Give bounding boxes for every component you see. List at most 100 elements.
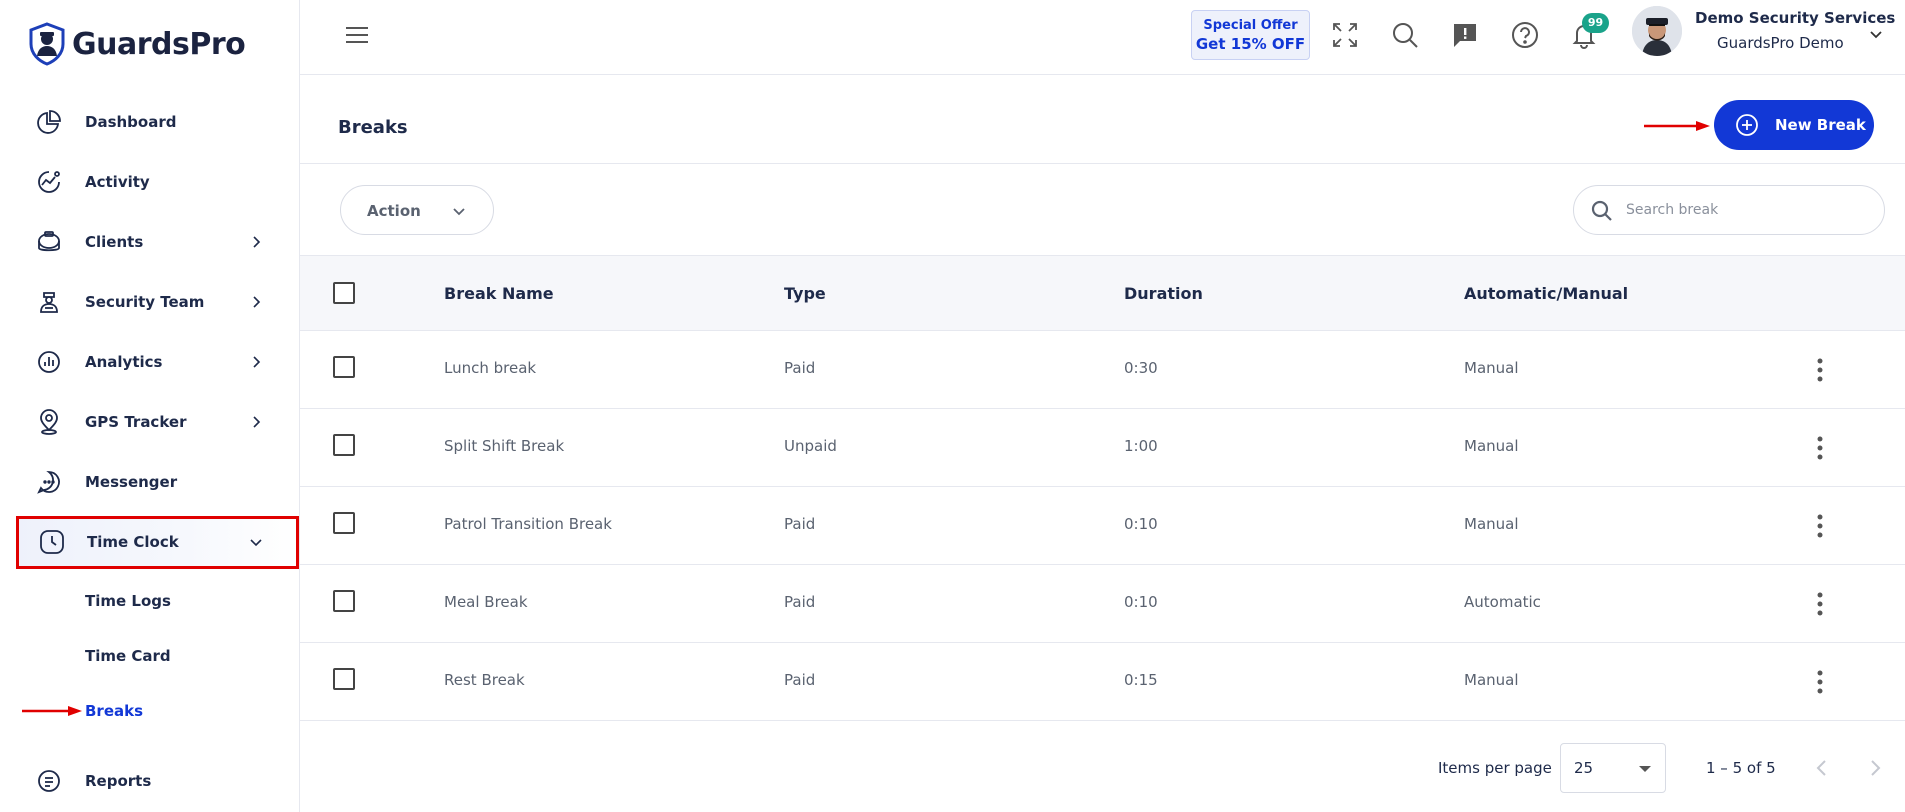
mode-cell: Manual: [1464, 359, 1519, 377]
next-page-icon[interactable]: [1861, 754, 1889, 782]
sidebar-item-security-team[interactable]: Security Team: [16, 276, 299, 328]
sidebar-item-label: Dashboard: [85, 113, 177, 131]
guardspro-logo-icon: [29, 22, 65, 66]
sidebar-item-activity[interactable]: Activity: [16, 156, 299, 208]
table-row[interactable]: Meal Break Paid 0:10 Automatic: [300, 565, 1905, 643]
more-options-icon[interactable]: [1808, 511, 1832, 541]
sidebar-item-label: Activity: [85, 173, 150, 191]
break-name-cell: Patrol Transition Break: [444, 515, 612, 533]
column-header-duration[interactable]: Duration: [1124, 284, 1203, 303]
row-checkbox[interactable]: [333, 434, 355, 456]
chevron-down-icon: [453, 208, 465, 216]
row-checkbox[interactable]: [333, 668, 355, 690]
sidebar-item-label: Security Team: [85, 293, 205, 311]
sidebar-item-dashboard[interactable]: Dashboard: [16, 96, 299, 148]
sidebar-item-label: GPS Tracker: [85, 413, 187, 431]
sidebar-item-messenger[interactable]: Messenger: [16, 456, 299, 508]
plus-circle-icon: [1736, 114, 1758, 136]
row-checkbox[interactable]: [333, 512, 355, 534]
offer-discount: Get 15% OFF: [1195, 35, 1306, 53]
briefcase-icon: [38, 231, 60, 252]
page-header: Breaks New Break: [300, 75, 1905, 164]
sidebar-item-analytics[interactable]: Analytics: [16, 336, 299, 388]
hamburger-menu-icon[interactable]: [344, 24, 370, 46]
sidebar-item-label: Reports: [85, 772, 152, 790]
sidebar: GuardsPro Dashboard Activity Clients Sec…: [0, 0, 300, 812]
more-options-icon[interactable]: [1808, 355, 1832, 385]
sidebar-item-label: Clients: [85, 233, 144, 251]
sidebar-subitem-time-logs[interactable]: Time Logs: [85, 592, 171, 610]
user-avatar-icon: [1632, 6, 1682, 56]
row-checkbox[interactable]: [333, 590, 355, 612]
sidebar-item-gps-tracker[interactable]: GPS Tracker: [16, 396, 299, 448]
annotation-arrow-icon: [1644, 121, 1710, 131]
duration-cell: 0:10: [1124, 515, 1158, 533]
table-row[interactable]: Patrol Transition Break Paid 0:10 Manual: [300, 487, 1905, 565]
notification-count-badge: 99: [1582, 13, 1609, 33]
special-offer-button[interactable]: Special Offer Get 15% OFF: [1191, 10, 1310, 60]
items-per-page-label: Items per page: [1438, 759, 1552, 777]
table-header-row: Break Name Type Duration Automatic/Manua…: [300, 256, 1905, 331]
annotation-arrow-icon: [22, 706, 82, 716]
mode-cell: Manual: [1464, 671, 1519, 689]
activity-icon: [38, 171, 60, 193]
mode-cell: Manual: [1464, 515, 1519, 533]
fullscreen-icon[interactable]: [1331, 21, 1359, 49]
pagination: Items per page 25 1 – 5 of 5: [300, 724, 1905, 812]
break-name-cell: Split Shift Break: [444, 437, 565, 455]
action-label: Action: [367, 202, 421, 220]
sidebar-subitem-time-card[interactable]: Time Card: [85, 647, 171, 665]
type-cell: Paid: [784, 593, 816, 611]
type-cell: Paid: [784, 515, 816, 533]
action-dropdown[interactable]: Action: [340, 185, 494, 235]
sidebar-item-label: Analytics: [85, 353, 163, 371]
break-name-cell: Lunch break: [444, 359, 537, 377]
duration-cell: 1:00: [1124, 437, 1158, 455]
table-row[interactable]: Rest Break Paid 0:15 Manual: [300, 643, 1905, 721]
duration-cell: 0:15: [1124, 671, 1158, 689]
more-options-icon[interactable]: [1808, 667, 1832, 697]
caret-down-icon: [1639, 766, 1651, 772]
avatar[interactable]: [1632, 6, 1682, 56]
row-checkbox[interactable]: [333, 356, 355, 378]
new-break-label: New Break: [1775, 116, 1866, 134]
select-all-checkbox[interactable]: [333, 282, 355, 304]
column-header-automatic-manual[interactable]: Automatic/Manual: [1464, 284, 1628, 303]
search-icon[interactable]: [1391, 21, 1419, 49]
sidebar-item-label: Messenger: [85, 473, 178, 491]
sidebar-subitem-breaks[interactable]: Breaks: [85, 702, 143, 720]
more-options-icon[interactable]: [1808, 433, 1832, 463]
chevron-right-icon: [253, 296, 261, 308]
sidebar-item-reports[interactable]: Reports: [16, 755, 299, 807]
break-name-cell: Rest Break: [444, 671, 525, 689]
chat-icon: [37, 471, 60, 494]
chevron-down-icon[interactable]: [1868, 26, 1884, 42]
page-title: Breaks: [338, 117, 408, 138]
column-header-break-name[interactable]: Break Name: [444, 284, 554, 303]
user-organization: GuardsPro Demo: [1717, 34, 1844, 52]
feedback-icon[interactable]: [1451, 21, 1479, 49]
sidebar-item-clients[interactable]: Clients: [16, 216, 299, 268]
break-name-cell: Meal Break: [444, 593, 528, 611]
chevron-right-icon: [253, 356, 261, 368]
top-bar: Special Offer Get 15% OFF 99 Demo Securi…: [300, 0, 1905, 75]
search-box: [1573, 185, 1885, 235]
logo[interactable]: GuardsPro: [28, 22, 246, 66]
search-input[interactable]: [1626, 198, 1866, 222]
duration-cell: 0:30: [1124, 359, 1158, 377]
pie-chart-icon: [37, 110, 61, 134]
items-per-page-value: 25: [1574, 759, 1594, 777]
table-toolbar: Action: [300, 164, 1905, 256]
table-row[interactable]: Lunch break Paid 0:30 Manual: [300, 331, 1905, 409]
column-header-type[interactable]: Type: [784, 284, 826, 303]
new-break-button[interactable]: New Break: [1714, 100, 1874, 150]
items-per-page-select[interactable]: 25: [1560, 743, 1666, 793]
previous-page-icon[interactable]: [1808, 754, 1836, 782]
mode-cell: Automatic: [1464, 593, 1541, 611]
user-name: Demo Security Services: [1695, 9, 1896, 27]
chevron-right-icon: [253, 236, 261, 248]
more-options-icon[interactable]: [1808, 589, 1832, 619]
location-pin-icon: [40, 409, 58, 435]
help-icon[interactable]: [1511, 21, 1539, 49]
table-row[interactable]: Split Shift Break Unpaid 1:00 Manual: [300, 409, 1905, 487]
